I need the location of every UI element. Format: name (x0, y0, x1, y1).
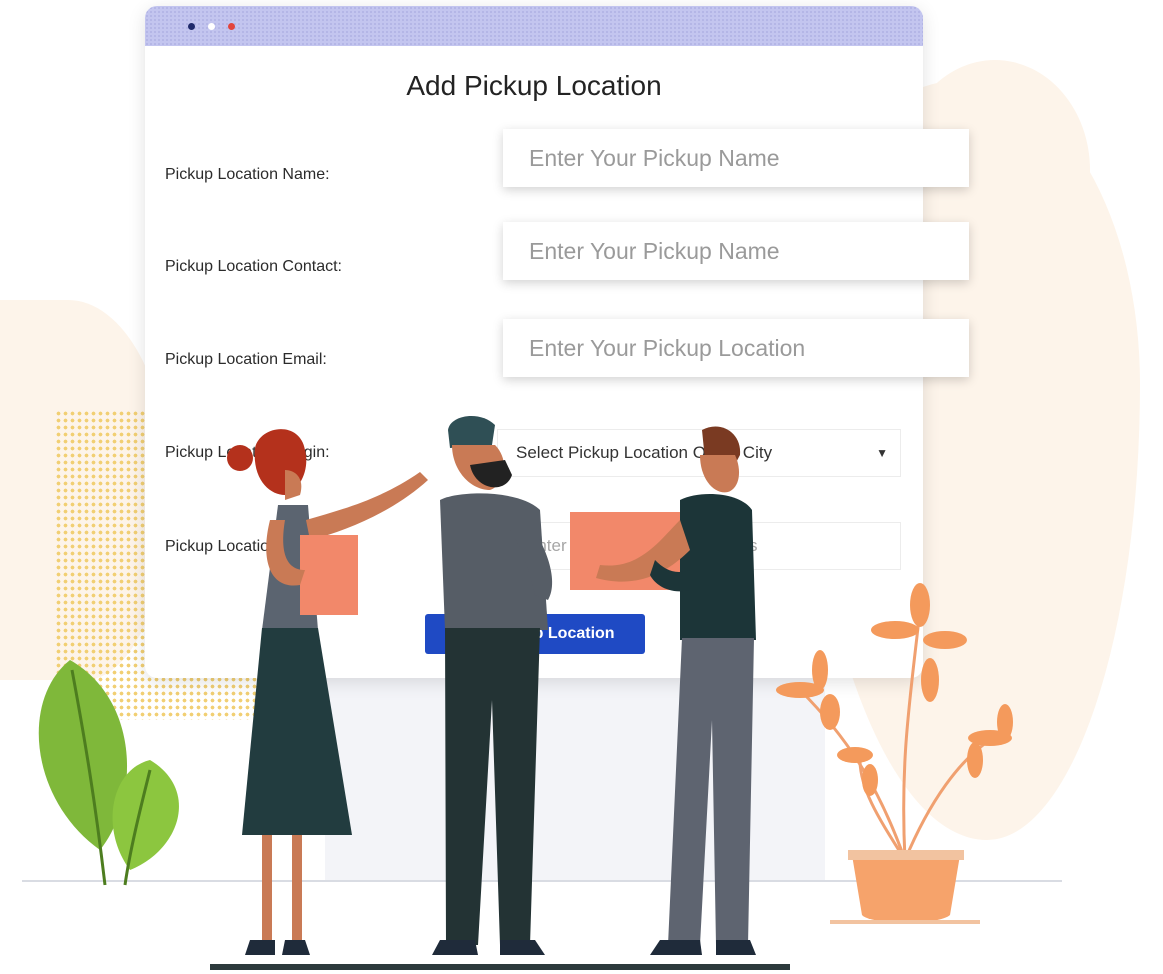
scene: Add Pickup Location Pickup Location Name… (0, 0, 1163, 974)
woman-illustration (227, 429, 428, 955)
team-illustration (38, 415, 1013, 970)
bearded-man-illustration (432, 415, 553, 955)
right-plant-illustration (776, 583, 1013, 924)
left-plant-illustration (38, 660, 179, 886)
ground-shadow (210, 964, 790, 970)
man-with-folder-illustration (570, 426, 756, 955)
